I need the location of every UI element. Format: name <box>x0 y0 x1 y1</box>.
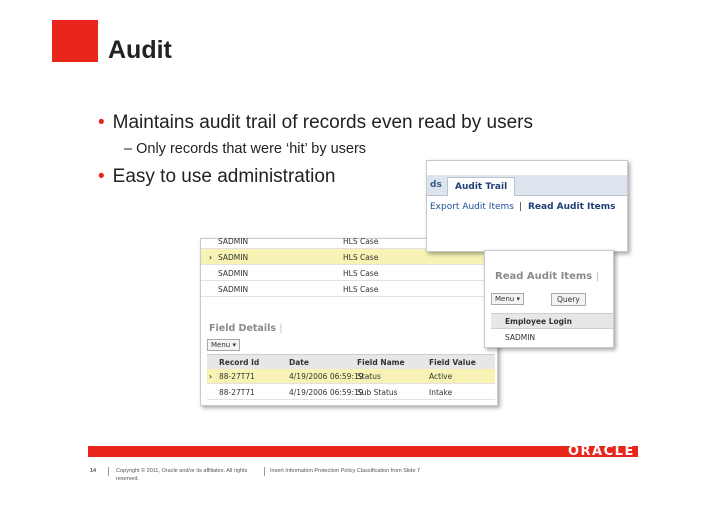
link-separator: | <box>519 202 523 212</box>
bullet-dot: • <box>98 112 105 133</box>
bullet-dot: • <box>98 166 105 187</box>
cell-date: 4/19/2006 06:59:19 <box>289 372 364 381</box>
read-audit-items-screenshot: Read Audit Items | Menu ▾ Query Employee… <box>484 250 614 348</box>
cell-field-name: Status <box>357 372 381 381</box>
col-record-id[interactable]: Record Id <box>219 358 259 367</box>
sub-bullet-1: – Only records that were ‘hit’ by users <box>124 141 366 157</box>
row-selector-icon: › <box>209 372 213 381</box>
record-row[interactable]: SADMIN HLS Case <box>201 281 497 297</box>
footer-bar <box>88 446 638 457</box>
record-type: HLS Case <box>343 237 379 246</box>
cell-date: 4/19/2006 06:59:19 <box>289 388 364 397</box>
cell-field-name: Sub Status <box>357 388 398 397</box>
copyright-text: Copyright © 2011, Oracle and/or its affi… <box>116 468 248 482</box>
title-accent-square <box>52 20 98 62</box>
sub-bullet-1-text: Only records that were ‘hit’ by users <box>136 141 367 157</box>
bullet-1-text: Maintains audit trail of records even re… <box>112 112 533 133</box>
row-selector-icon: › <box>209 253 213 262</box>
record-user: SADMIN <box>218 253 249 262</box>
bullet-2-text: Easy to use administration <box>112 166 336 187</box>
record-row[interactable]: SADMIN HLS Case <box>201 265 497 281</box>
sub-bullet-dash: – <box>124 141 133 157</box>
cell-record-id: 88-27T71 <box>219 388 255 397</box>
record-type: HLS Case <box>343 285 379 294</box>
tab-previous[interactable]: ds <box>430 180 442 190</box>
table-row[interactable]: › 88-27T71 4/19/2006 06:59:19 Status Act… <box>207 369 495 384</box>
footer-divider <box>108 467 109 476</box>
cell-field-value: Active <box>429 372 453 381</box>
tab-bar: ds Audit Trail <box>427 175 627 196</box>
field-details-title: Field Details | <box>209 323 283 334</box>
record-type: HLS Case <box>343 269 379 278</box>
record-user: SADMIN <box>218 269 249 278</box>
read-audit-items-title: Read Audit Items | <box>495 271 600 282</box>
oracle-logo: ORACLE <box>568 444 635 459</box>
record-user: SADMIN <box>218 237 249 246</box>
col-date[interactable]: Date <box>289 358 309 367</box>
cell-record-id: 88-27T71 <box>219 372 255 381</box>
field-details-screenshot: SADMIN HLS Case › SADMIN HLS Case SADMIN… <box>200 237 498 406</box>
bullet-1: • Maintains audit trail of records even r… <box>98 112 533 134</box>
field-details-header: Record Id Date Field Name Field Value <box>207 354 495 370</box>
col-field-name[interactable]: Field Name <box>357 358 405 367</box>
footer-divider <box>264 467 265 476</box>
record-user: SADMIN <box>218 285 249 294</box>
employee-login-value: SADMIN <box>505 333 536 342</box>
col-employee-login[interactable]: Employee Login <box>505 317 572 326</box>
read-audit-items-link[interactable]: Read Audit Items <box>528 202 616 212</box>
menu-button[interactable]: Menu ▾ <box>491 293 524 305</box>
query-button[interactable]: Query <box>551 293 586 306</box>
col-field-value[interactable]: Field Value <box>429 358 476 367</box>
page-number: 14 <box>90 468 97 474</box>
slide-title: Audit <box>108 36 172 64</box>
table-row[interactable]: 88-27T71 4/19/2006 06:59:19 Sub Status I… <box>207 385 495 400</box>
export-audit-items-link[interactable]: Export Audit Items <box>430 202 514 212</box>
read-items-header: Employee Login <box>491 313 613 329</box>
bullet-2: • Easy to use administration <box>98 166 336 188</box>
tab-audit-trail[interactable]: Audit Trail <box>447 177 515 196</box>
classification-text: Insert Information Protection Policy Cla… <box>270 468 421 474</box>
audit-trail-screenshot: ds Audit Trail Export Audit Items | Read… <box>426 160 628 252</box>
cell-field-value: Intake <box>429 388 453 397</box>
record-type: HLS Case <box>343 253 379 262</box>
menu-button[interactable]: Menu ▾ <box>207 339 240 351</box>
